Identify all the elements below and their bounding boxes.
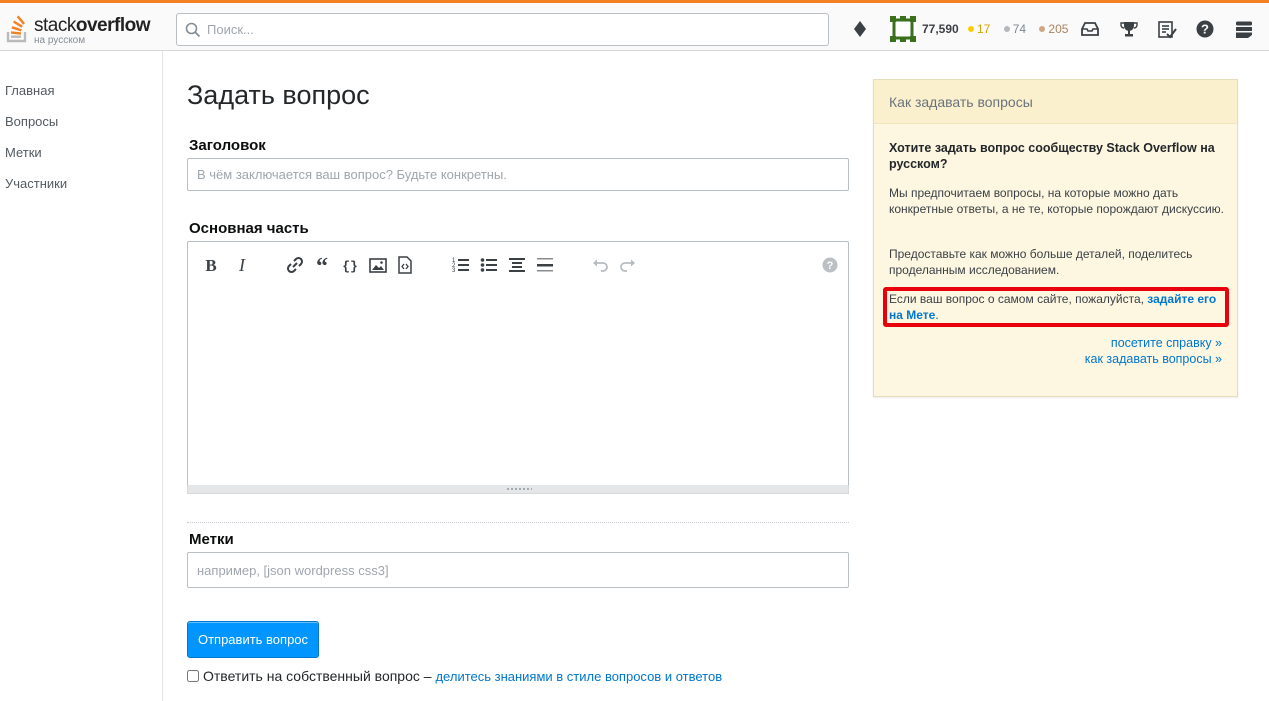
- code-icon[interactable]: {}: [340, 255, 360, 275]
- markdown-editor: B I “ {} 123 ?: [187, 241, 849, 494]
- nav-item-users[interactable]: Участники: [5, 176, 67, 191]
- search-box[interactable]: [176, 13, 829, 46]
- editor-help-icon[interactable]: ?: [820, 255, 840, 275]
- nav-item-tags[interactable]: Метки: [5, 145, 42, 160]
- sidebar-question: Хотите задать вопрос сообществу Stack Ov…: [889, 141, 1215, 171]
- image-icon[interactable]: [368, 255, 388, 275]
- body-label: Основная часть: [189, 220, 309, 237]
- svg-text:?: ?: [1201, 22, 1209, 37]
- how-to-ask-title: Как задавать вопросы: [889, 94, 1033, 110]
- gold-badge-icon: [968, 26, 974, 32]
- how-to-ask-link[interactable]: как задавать вопросы »: [1085, 352, 1222, 366]
- logo-subtitle: на русском: [34, 35, 86, 46]
- inbox-icon[interactable]: [1080, 19, 1100, 39]
- title-field[interactable]: [187, 158, 849, 191]
- how-to-ask-header: Как задавать вопросы: [874, 80, 1237, 124]
- achievements-icon[interactable]: [1119, 19, 1139, 39]
- page-title: Задать вопрос: [187, 80, 370, 110]
- title-input[interactable]: [188, 159, 848, 190]
- silver-badge-icon: [1003, 26, 1010, 32]
- badge-counts[interactable]: 17 74 205: [968, 22, 1078, 36]
- bronze-badges: 205: [1039, 22, 1073, 36]
- editor-resize-handle[interactable]: [187, 485, 849, 494]
- gold-badges: 17: [968, 22, 995, 36]
- nav-item-questions[interactable]: Вопросы: [5, 114, 58, 129]
- svg-text:I: I: [238, 255, 246, 275]
- grip-dots: [506, 487, 532, 491]
- answer-own-checkbox[interactable]: [187, 670, 199, 682]
- svg-text:3: 3: [452, 268, 456, 274]
- sidebar-paragraph-2: Предоставьте как можно больше деталей, п…: [889, 247, 1193, 277]
- link-icon[interactable]: [285, 255, 305, 275]
- review-icon[interactable]: [1157, 19, 1177, 39]
- top-bar: stackoverflow на русском 77,590 17 74 20…: [0, 0, 1269, 51]
- redo-icon[interactable]: [618, 255, 638, 275]
- search-input[interactable]: [207, 14, 817, 45]
- how-to-ask-link-wrap: как задавать вопросы »: [1085, 352, 1222, 366]
- site-switcher-icon[interactable]: [1234, 19, 1254, 39]
- svg-text:{}: {}: [342, 259, 358, 274]
- diamond-icon[interactable]: [851, 20, 869, 38]
- how-to-ask-box: Как задавать вопросы Хотите задать вопро…: [873, 79, 1238, 397]
- svg-text:?: ?: [827, 260, 834, 272]
- answer-own-link[interactable]: делитесь знаниями в стиле вопросов и отв…: [435, 669, 722, 684]
- reputation[interactable]: 77,590: [922, 22, 959, 36]
- help-center-link[interactable]: посетите справку »: [1111, 336, 1222, 350]
- silver-badges: 74: [1003, 22, 1031, 36]
- italic-icon[interactable]: I: [232, 255, 252, 275]
- heading-icon[interactable]: [507, 255, 527, 275]
- answer-own-question: Ответить на собственный вопрос – делитес…: [187, 668, 722, 684]
- answer-own-label[interactable]: Ответить на собственный вопрос: [203, 668, 420, 684]
- undo-icon[interactable]: [590, 255, 610, 275]
- submit-question-button[interactable]: Отправить вопрос: [187, 621, 319, 658]
- search-icon: [185, 22, 201, 38]
- logo-wordmark: stackoverflow: [34, 15, 150, 36]
- title-label: Заголовок: [189, 137, 266, 154]
- avatar[interactable]: [890, 16, 916, 42]
- bold-icon[interactable]: B: [201, 255, 221, 275]
- help-icon[interactable]: ?: [1195, 19, 1215, 39]
- sidebar-paragraph-1: Мы предпочитаем вопросы, на которые можн…: [889, 186, 1224, 216]
- bulleted-list-icon[interactable]: [479, 255, 499, 275]
- sidebar-meta-paragraph: Если ваш вопрос о самом сайте, пожалуйст…: [889, 292, 1217, 322]
- divider: [187, 522, 849, 523]
- body-textarea[interactable]: [188, 285, 848, 485]
- snippet-icon[interactable]: [395, 255, 415, 275]
- body-editor[interactable]: [187, 285, 849, 486]
- tags-label: Метки: [189, 531, 234, 548]
- help-center-link-wrap: посетите справку »: [1111, 336, 1222, 350]
- svg-text:B: B: [205, 256, 216, 275]
- nav-item-home[interactable]: Главная: [5, 83, 54, 98]
- svg-text:“: “: [316, 255, 328, 275]
- quote-icon[interactable]: “: [312, 254, 332, 280]
- bronze-badge-icon: [1039, 26, 1046, 32]
- left-sidebar: Главная Вопросы Метки Участники: [0, 51, 163, 701]
- answer-own-dash: –: [419, 668, 436, 684]
- horizontal-rule-icon[interactable]: [535, 255, 555, 275]
- editor-toolbar: B I “ {} 123 ?: [187, 241, 849, 286]
- ordered-list-icon[interactable]: 123: [451, 255, 471, 275]
- stack-logo-icon: [6, 15, 27, 43]
- site-logo[interactable]: stackoverflow на русском: [6, 11, 166, 49]
- tags-input[interactable]: [188, 553, 848, 587]
- tags-field[interactable]: [187, 552, 849, 588]
